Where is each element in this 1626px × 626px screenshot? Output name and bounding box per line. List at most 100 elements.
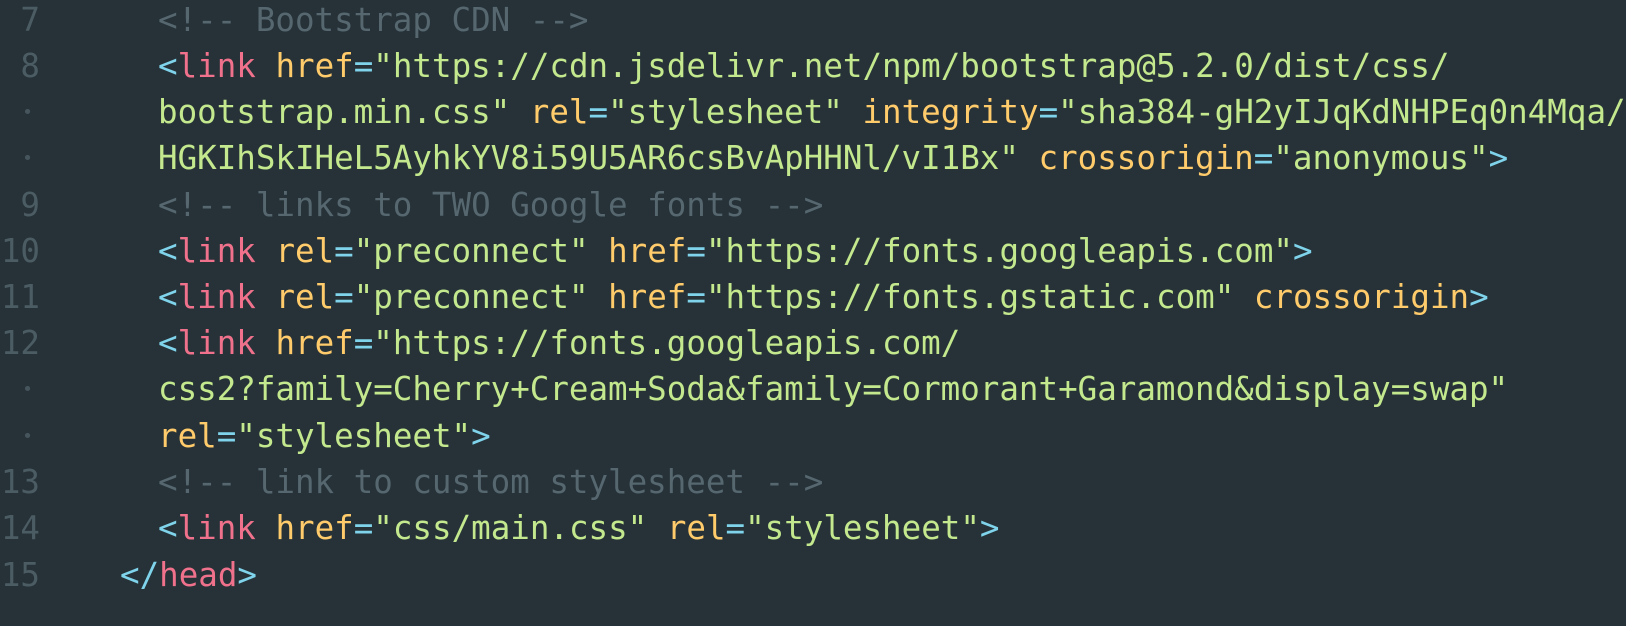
token-punct: </ xyxy=(120,556,160,594)
token-comment: <!-- Bootstrap CDN --> xyxy=(158,1,589,39)
token-tag: link xyxy=(177,278,256,316)
code-text: <link rel="preconnect" href="https://fon… xyxy=(158,278,1489,316)
wrap-indicator: • xyxy=(22,101,33,123)
token-attr: href xyxy=(608,278,687,316)
token-attr: integrity xyxy=(862,93,1039,131)
token-punct: = xyxy=(353,509,374,547)
token-punct: < xyxy=(158,278,178,316)
token-attr: rel xyxy=(275,278,335,316)
token-punct: = xyxy=(353,47,374,85)
line-number: 13 xyxy=(0,463,40,501)
wrap-indicator: • xyxy=(22,378,33,400)
code-line[interactable]: 11 <link rel="preconnect" href="https://f… xyxy=(0,273,1626,321)
token-str: bootstrap.min.css" xyxy=(158,93,511,131)
code-text: rel="stylesheet"> xyxy=(158,417,491,455)
token-str: "preconnect" xyxy=(353,278,589,316)
token-attr: crossorigin xyxy=(1253,278,1470,316)
token-attr: href xyxy=(275,509,354,547)
token-punct: > xyxy=(979,509,1000,547)
token-punct: > xyxy=(1469,278,1489,316)
token-punct: > xyxy=(1488,139,1509,177)
token-attr: rel xyxy=(275,232,335,270)
token-punct: > xyxy=(1292,232,1313,270)
token-attr: href xyxy=(275,47,354,85)
token-str: "css/main.css" xyxy=(373,509,648,547)
code-text: HGKIhSkIHeL5AyhkYV8i59U5AR6csBvApHHNl/vI… xyxy=(158,139,1508,177)
code-line[interactable]: 12 <link href="https://fonts.googleapis.c… xyxy=(0,319,1626,367)
token-str: "sha384-gH2yIJqKdNHPEq0n4Mqa/ xyxy=(1058,93,1626,131)
token-str: HGKIhSkIHeL5AyhkYV8i59U5AR6csBvApHHNl/vI… xyxy=(158,139,1019,177)
code-line[interactable]: • rel="stylesheet"> xyxy=(0,412,1626,460)
code-line[interactable]: • css2?family=Cherry+Cream+Soda&family=Co… xyxy=(0,365,1626,413)
token-attr: href xyxy=(608,232,687,270)
token-punct: = xyxy=(686,278,706,316)
code-editor[interactable]: 7 <!-- Bootstrap CDN --> 8 <link href="http… xyxy=(0,0,1626,626)
token-tag: link xyxy=(177,47,256,85)
line-number: 12 xyxy=(0,324,40,362)
token-punct: > xyxy=(471,417,491,455)
token-str: "https://cdn.jsdelivr.net/npm/bootstrap@… xyxy=(373,47,1450,85)
token-attr: crossorigin xyxy=(1038,139,1254,177)
token-str: "stylesheet" xyxy=(745,509,980,547)
token-comment: <!-- links to TWO Google fonts --> xyxy=(158,186,824,224)
token-tag: link xyxy=(177,509,256,547)
token-tag: link xyxy=(177,232,256,270)
code-line[interactable]: 13 <!-- link to custom stylesheet --> xyxy=(0,458,1626,506)
token-punct: = xyxy=(686,232,706,270)
line-number: 15 xyxy=(0,556,40,594)
token-str: "anonymous" xyxy=(1273,139,1489,177)
code-text: <!-- Bootstrap CDN --> xyxy=(158,1,588,39)
line-number: 10 xyxy=(0,232,40,270)
code-text: </head> xyxy=(120,556,257,594)
code-line[interactable]: • bootstrap.min.css" rel="stylesheet" int… xyxy=(0,88,1626,136)
token-punct: = xyxy=(725,509,746,547)
token-tag: head xyxy=(159,556,238,594)
line-number: 7 xyxy=(20,1,40,39)
token-punct: < xyxy=(158,232,178,270)
token-str: css2?family=Cherry+Cream+Soda&family=Cor… xyxy=(158,370,1509,408)
token-attr: rel xyxy=(158,417,217,455)
code-text: css2?family=Cherry+Cream+Soda&family=Cor… xyxy=(158,370,1508,408)
token-str: "https://fonts.googleapis.com" xyxy=(705,232,1293,270)
code-text: <link href="css/main.css" rel="styleshee… xyxy=(158,509,999,547)
token-attr: rel xyxy=(666,509,726,547)
code-line[interactable]: 15 </head> xyxy=(0,551,1626,599)
code-line[interactable]: 10 <link rel="preconnect" href="https://f… xyxy=(0,227,1626,275)
token-punct: = xyxy=(216,417,237,455)
token-str: "https://fonts.googleapis.com/ xyxy=(373,324,961,362)
token-str: "https://fonts.gstatic.com" xyxy=(705,278,1235,316)
token-punct: < xyxy=(158,324,178,362)
token-punct: = xyxy=(334,232,354,270)
token-punct: > xyxy=(237,556,257,594)
line-number: 9 xyxy=(20,186,40,224)
token-tag: link xyxy=(177,324,256,362)
token-punct: = xyxy=(1038,93,1059,131)
code-line[interactable]: 9 <!-- links to TWO Google fonts --> xyxy=(0,181,1626,229)
token-punct: < xyxy=(158,509,178,547)
line-number: 11 xyxy=(0,278,40,316)
code-text: <link href="https://cdn.jsdelivr.net/npm… xyxy=(158,47,1449,85)
token-comment: <!-- link to custom stylesheet --> xyxy=(158,463,824,501)
code-line[interactable]: 14 <link href="css/main.css" rel="stylesh… xyxy=(0,504,1626,552)
code-line[interactable]: 7 <!-- Bootstrap CDN --> xyxy=(0,0,1626,44)
code-line[interactable]: • HGKIhSkIHeL5AyhkYV8i59U5AR6csBvApHHNl/v… xyxy=(0,134,1626,182)
line-number: 8 xyxy=(20,47,40,85)
token-attr: rel xyxy=(529,93,589,131)
code-text: <link rel="preconnect" href="https://fon… xyxy=(158,232,1313,270)
token-punct: = xyxy=(588,93,609,131)
wrap-indicator: • xyxy=(22,425,33,447)
code-line[interactable]: 8 <link href="https://cdn.jsdelivr.net/np… xyxy=(0,42,1626,90)
line-number: 14 xyxy=(0,509,40,547)
token-attr: href xyxy=(275,324,354,362)
